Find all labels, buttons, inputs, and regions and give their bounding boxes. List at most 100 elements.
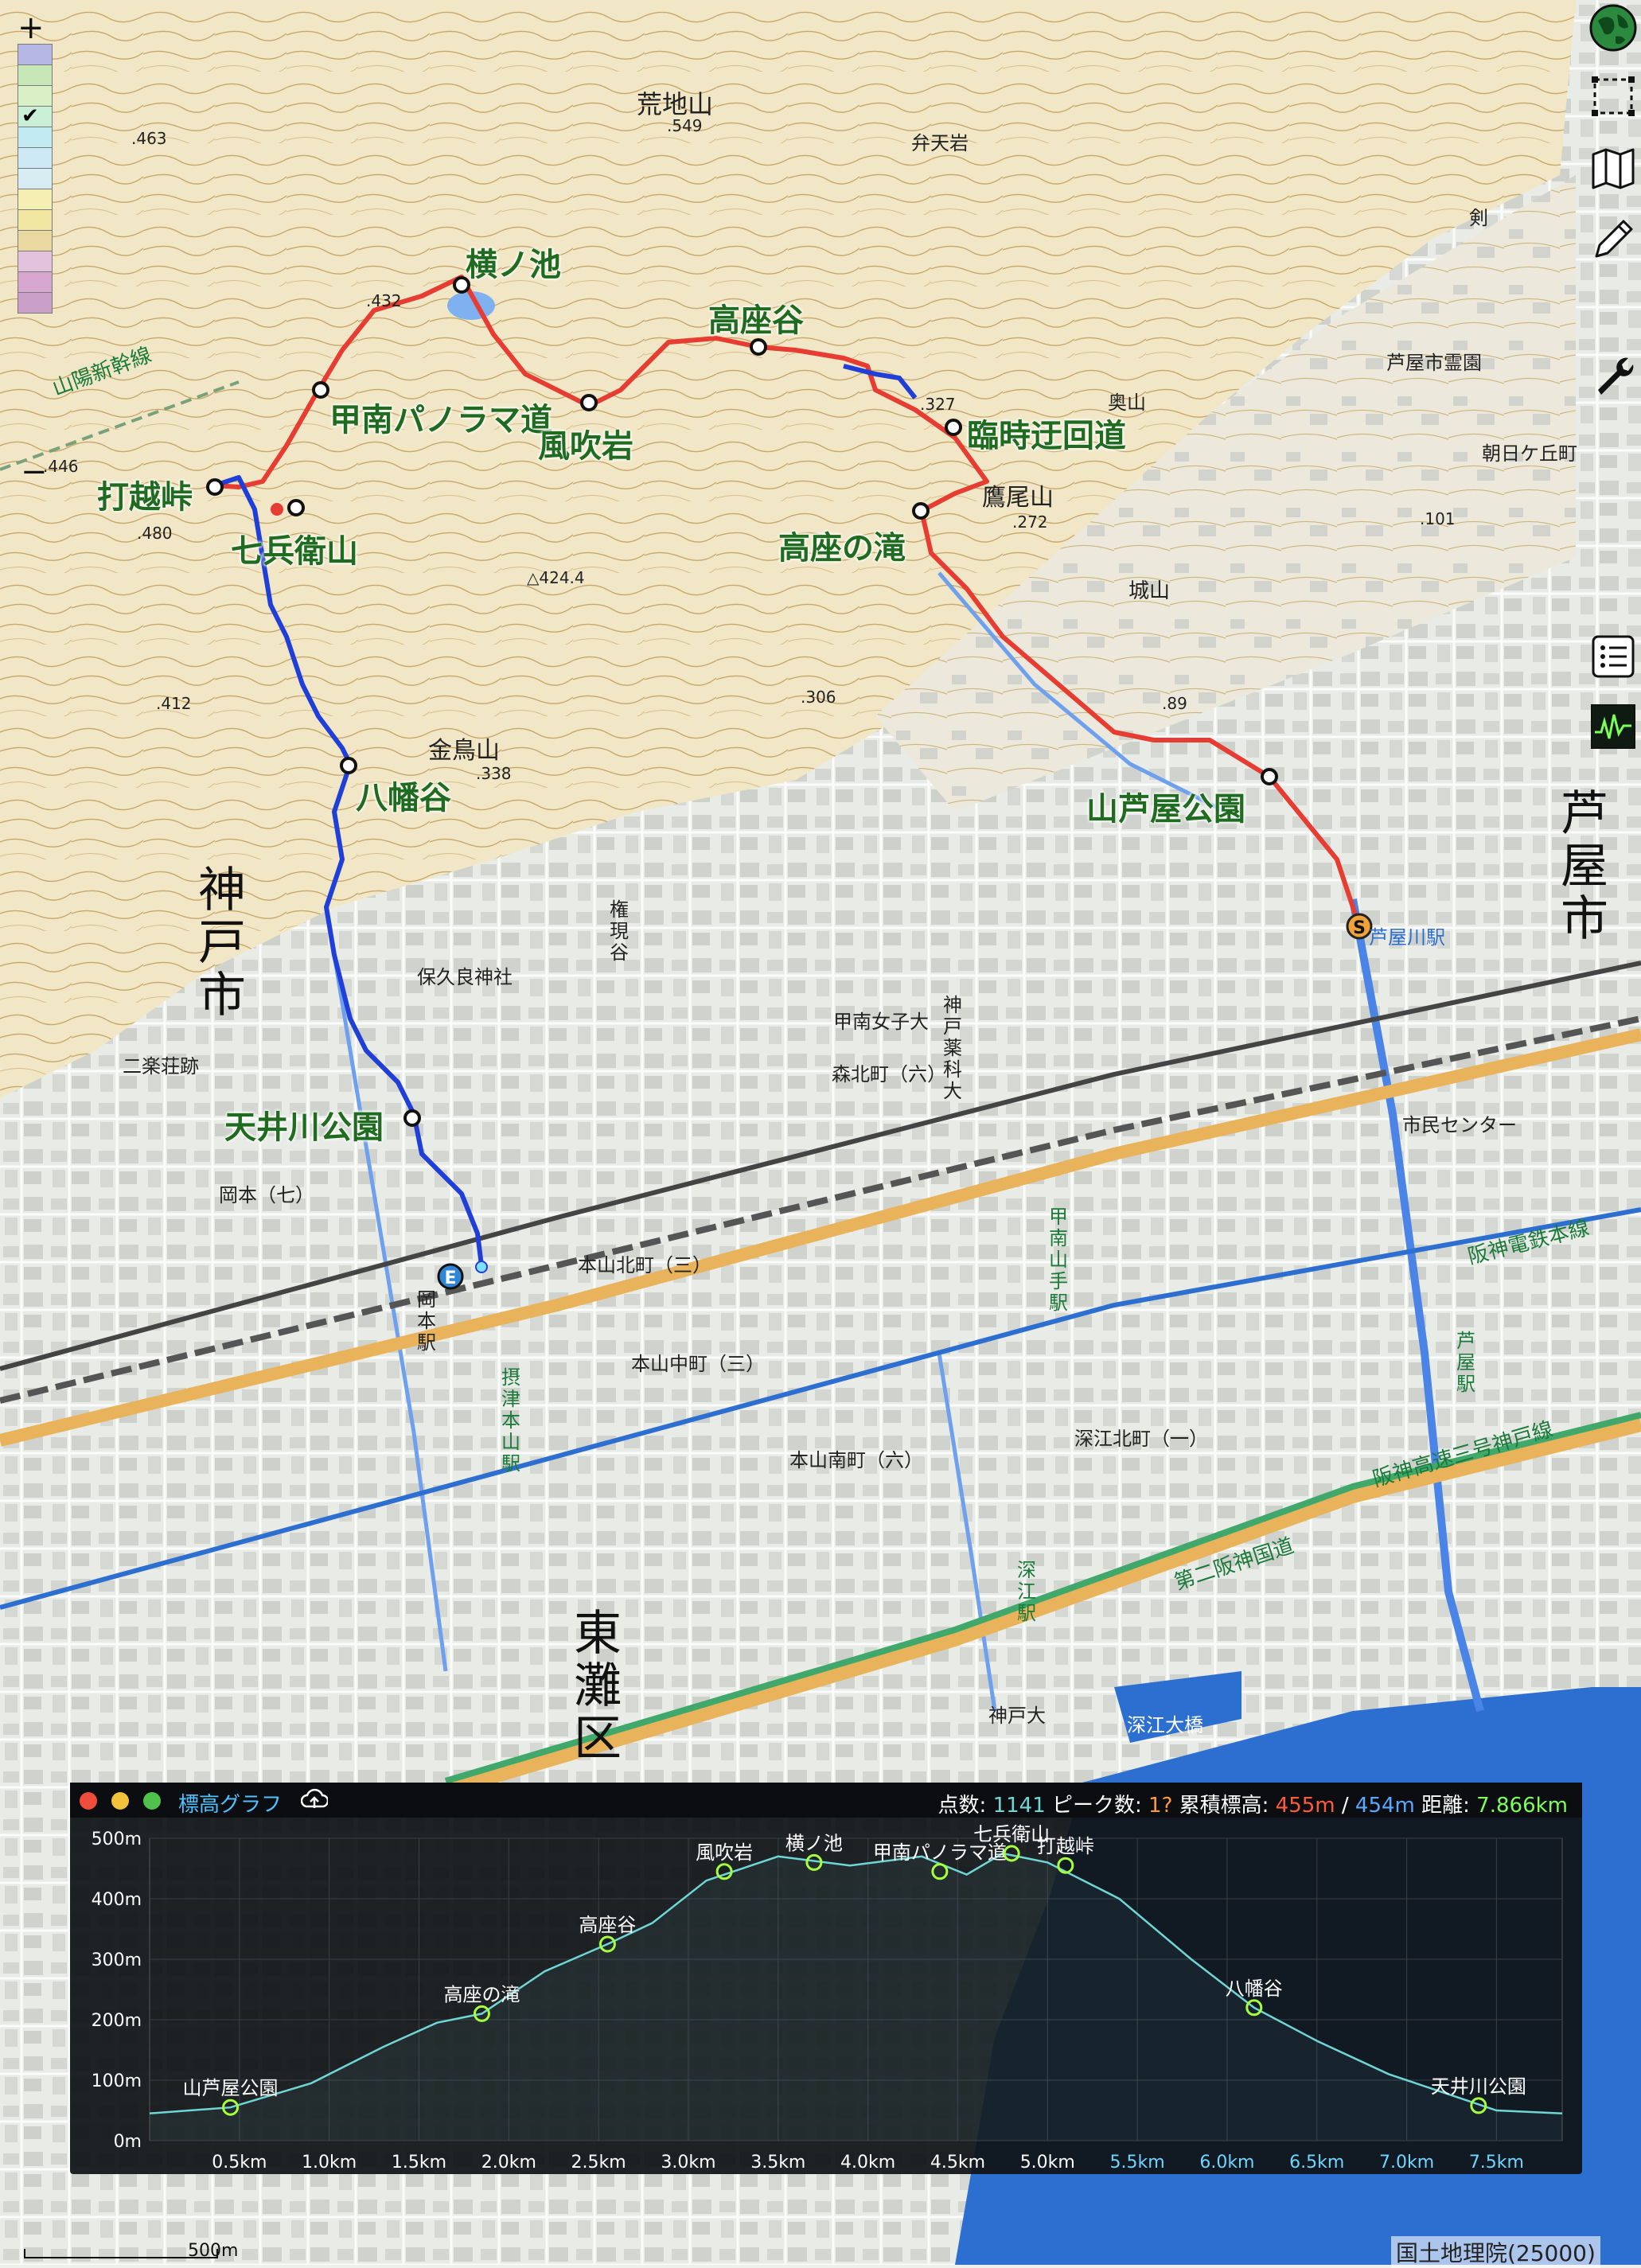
waypoint-point-label: 風吹岩 (696, 1841, 753, 1864)
label-konan-joshi: 甲南女子大 (833, 1011, 929, 1033)
ascent-value: 455m (1275, 1794, 1335, 1818)
points-label: 点数: (937, 1794, 987, 1818)
label-shichibei: 七兵衛山 (231, 533, 358, 570)
gain-separator: / (1341, 1794, 1349, 1818)
label-okuyama: 奥山 (1108, 392, 1146, 414)
label-konan-yamate: 甲南山手駅 (1049, 1206, 1068, 1314)
attribution: 国土地理院(25000) (1391, 2236, 1600, 2268)
legend-swatch: ✔ (18, 104, 53, 128)
list-icon[interactable] (1585, 629, 1641, 684)
label-ashiya-station: 芦屋駅 (1456, 1330, 1475, 1395)
label-okamoto-station: 岡本駅 (417, 1288, 436, 1354)
waypoint-point-label: 高座谷 (579, 1914, 636, 1936)
label-asahigaoka: 朝日ケ丘町 (1482, 442, 1577, 465)
elev-101: .101 (1420, 509, 1456, 528)
label-motoyama-minami: 本山南町（六） (789, 1449, 923, 1471)
label-yamaashiya: 山芦屋公園 (1086, 791, 1245, 828)
globe-icon[interactable] (1585, 0, 1641, 56)
x-tick-label: 3.0km (661, 2153, 715, 2173)
wrench-icon[interactable] (1585, 347, 1641, 403)
y-tick-label: 100m (92, 2071, 142, 2091)
label-hokura-shrine: 保久良神社 (417, 966, 513, 988)
legend-swatch (18, 210, 53, 231)
waypoint-point-label: 山芦屋公園 (183, 2077, 279, 2099)
legend-swatch (18, 169, 53, 189)
legend-swatch (18, 189, 53, 210)
y-tick-label: 300m (92, 1950, 142, 1970)
legend-swatch (18, 272, 53, 293)
x-tick-label: 4.5km (930, 2153, 985, 2173)
close-dot-button[interactable] (80, 1792, 97, 1810)
legend-swatch (18, 127, 53, 148)
label-kinchoyama: 金鳥山 (428, 737, 500, 765)
end-point-dot (475, 1261, 488, 1273)
minimize-dot-button[interactable] (111, 1792, 129, 1810)
legend-swatch (18, 293, 53, 314)
x-tick-label: 4.0km (840, 2153, 895, 2173)
marker-kazafukiiwa[interactable] (580, 394, 598, 411)
elev-463: .463 (131, 129, 167, 148)
label-motoyama-kita: 本山北町（三） (578, 1254, 711, 1276)
label-yahatadani: 八幡谷 (356, 780, 451, 816)
label-motoyama-naka: 本山中町（三） (631, 1353, 765, 1375)
distance-label: 距離: (1421, 1794, 1470, 1818)
elevation-graph-icon[interactable] (1585, 699, 1641, 754)
graph-title: 標高グラフ (178, 1793, 283, 1817)
label-ninoraku: 二楽荘跡 (123, 1055, 199, 1077)
elev-412: .412 (156, 694, 192, 713)
elev-89: .89 (1162, 694, 1187, 713)
label-tsurugi: 剣 (1469, 207, 1488, 229)
elev-549: .549 (667, 116, 703, 135)
select-area-icon[interactable] (1585, 68, 1641, 124)
elev-338: .338 (476, 764, 512, 783)
label-yokonoike: 横ノ池 (466, 247, 561, 283)
marker-rinji[interactable] (945, 419, 962, 436)
label-shimin-center: 市民センター (1402, 1114, 1517, 1136)
waypoint-point-label: 打越峠 (1037, 1835, 1094, 1857)
x-tick-label: 3.5km (750, 2153, 805, 2173)
marker-kozadani[interactable] (750, 338, 767, 356)
maximize-dot-button[interactable] (143, 1792, 161, 1810)
label-kouza-taki: 高座の滝 (778, 530, 906, 567)
x-tick-label: 1.5km (392, 2153, 446, 2173)
waypoint-point-label: 八幡谷 (1226, 1978, 1283, 2000)
elevation-color-legend[interactable]: ✔ (18, 44, 53, 314)
label-uchikoshi: 打越峠 (97, 479, 193, 516)
marker-shichibei[interactable] (287, 499, 305, 516)
elev-272: .272 (1012, 512, 1048, 532)
elev-306: .306 (801, 688, 836, 707)
marker-panorama[interactable] (312, 381, 329, 399)
y-tick-label: 400m (92, 1890, 142, 1910)
elevation-graph-panel[interactable]: 標高グラフ 点数: 1141 ピーク数: 1? 累積標高: 455m / 454… (70, 1783, 1582, 2174)
label-takaoyama: 鷹尾山 (982, 484, 1054, 512)
label-higashinada: 東灘区 (574, 1606, 622, 1767)
label-fukae-ohashi: 深江大橋 (1127, 1714, 1203, 1736)
label-ashiya-reien: 芦屋市霊園 (1386, 352, 1482, 374)
legend-swatch (18, 251, 53, 272)
cloud-upload-icon[interactable] (300, 1787, 329, 1814)
x-tick-label: 6.0km (1199, 2153, 1254, 2173)
marker-kouzataki[interactable] (912, 502, 930, 520)
x-tick-label: 5.0km (1020, 2153, 1075, 2173)
marker-yamaashiya[interactable] (1261, 768, 1278, 785)
map-icon[interactable] (1585, 140, 1641, 196)
label-kobe-city: 神戸市 (198, 863, 246, 1023)
marker-amaigawa[interactable] (403, 1109, 421, 1127)
zoom-out-button[interactable]: − (21, 454, 48, 490)
waypoint-point-label: 天井川公園 (1431, 2075, 1526, 2098)
elev-480: .480 (137, 524, 173, 543)
label-amaigawa: 天井川公園 (224, 1109, 384, 1146)
elev-446: .446 (43, 457, 79, 476)
check-icon: ✔ (21, 104, 39, 128)
label-konan-panorama: 甲南パノラマ道 (329, 402, 552, 438)
marker-yahatadani[interactable] (340, 757, 357, 774)
elevation-chart[interactable]: 0m 100m 200m 300m 400m 500m 0.5km 1.0km 1.5km 2.0… (70, 1818, 1582, 2174)
pencil-icon[interactable] (1585, 212, 1641, 267)
legend-swatch (18, 44, 53, 65)
label-shiroyama: 城山 (1128, 579, 1171, 603)
gain-label: 累積標高: (1179, 1794, 1269, 1818)
marker-uchikoshi[interactable] (206, 478, 224, 496)
x-tick-label: 6.5km (1289, 2153, 1344, 2173)
label-kobe-yakka: 神戸薬科大 (943, 994, 962, 1102)
zoom-in-button[interactable]: + (18, 10, 45, 46)
